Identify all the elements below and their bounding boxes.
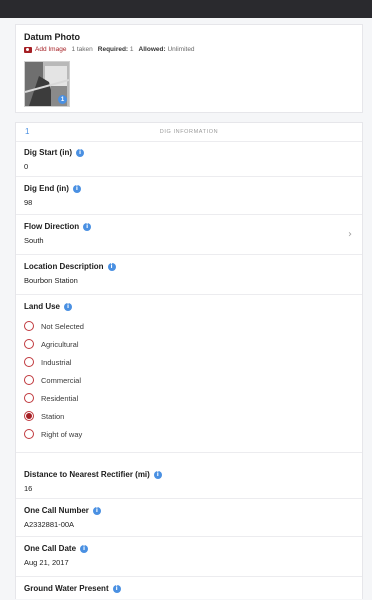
- datum-photo-card: Datum Photo Add Image 1 taken Required: …: [15, 24, 363, 113]
- chevron-right-icon[interactable]: ›: [348, 229, 352, 240]
- land-use-option[interactable]: Residential: [24, 393, 78, 403]
- required-label: Required:: [97, 46, 129, 53]
- dig-end-label: Dig End (in): [24, 184, 69, 193]
- distance-rectifier-label: Distance to Nearest Rectifier (mi): [24, 470, 150, 479]
- one-call-number-label: One Call Number: [24, 506, 89, 515]
- photo-thumbnail[interactable]: 1: [24, 61, 70, 107]
- land-use-option-label: Agricultural: [41, 339, 79, 349]
- land-use-label: Land Use: [24, 302, 61, 311]
- dig-start-value[interactable]: 0: [24, 162, 28, 171]
- info-icon[interactable]: i: [72, 184, 81, 193]
- top-bar: [0, 0, 372, 18]
- location-description-label: Location Description: [24, 262, 104, 271]
- land-use-option-label: Not Selected: [41, 321, 84, 331]
- photo-badge: 1: [58, 95, 67, 104]
- add-image-label: Add Image: [35, 46, 67, 53]
- allowed-label: Allowed:: [138, 46, 166, 53]
- dig-start-label: Dig Start (in): [24, 148, 72, 157]
- photo-meta: Add Image 1 taken Required: 1 Allowed: U…: [24, 46, 195, 53]
- dig-end-value[interactable]: 98: [24, 198, 32, 207]
- dig-end-field[interactable]: Dig End (in) i 98: [16, 177, 362, 215]
- radio-button[interactable]: [24, 321, 34, 331]
- flow-direction-label: Flow Direction: [24, 222, 80, 231]
- land-use-option-label: Right of way: [41, 429, 83, 439]
- info-icon[interactable]: i: [112, 584, 121, 593]
- dig-information-card: 1 DIG INFORMATION Dig Start (in) i 0 Dig…: [15, 122, 363, 599]
- section-header: 1 DIG INFORMATION: [16, 123, 362, 142]
- land-use-option[interactable]: Not Selected: [24, 321, 84, 331]
- section-title: DIG INFORMATION: [159, 129, 219, 135]
- info-icon[interactable]: i: [153, 470, 162, 479]
- one-call-date-label: One Call Date: [24, 544, 77, 553]
- distance-rectifier-field[interactable]: Distance to Nearest Rectifier (mi) i 16: [16, 463, 362, 499]
- radio-button[interactable]: [24, 375, 34, 385]
- one-call-number-value[interactable]: A2332881-00A: [24, 520, 74, 529]
- photo-count: 1 taken: [71, 46, 93, 53]
- ground-water-field[interactable]: Ground Water Present i: [16, 577, 362, 600]
- radio-button[interactable]: [24, 393, 34, 403]
- land-use-field: Land Use i Not Selected Agricultural Ind…: [16, 295, 362, 453]
- distance-rectifier-value[interactable]: 16: [24, 484, 32, 493]
- radio-button[interactable]: [24, 357, 34, 367]
- land-use-option[interactable]: Agricultural: [24, 339, 79, 349]
- info-icon[interactable]: i: [76, 148, 84, 157]
- required-value: 1: [129, 46, 134, 53]
- radio-button-selected[interactable]: [24, 411, 34, 421]
- land-use-option-label: Residential: [41, 393, 79, 403]
- land-use-option[interactable]: Industrial: [24, 357, 71, 367]
- camera-icon: [24, 46, 32, 53]
- land-use-option-label: Commercial: [41, 375, 82, 385]
- flow-direction-value[interactable]: South: [24, 236, 44, 245]
- allowed-value: Unlimited: [167, 46, 195, 53]
- radio-button[interactable]: [24, 339, 34, 349]
- info-icon[interactable]: i: [83, 222, 92, 231]
- one-call-number-field[interactable]: One Call Number i A2332881-00A: [16, 499, 362, 537]
- datum-photo-title: Datum Photo: [24, 32, 80, 42]
- info-icon[interactable]: i: [80, 544, 89, 553]
- land-use-option-selected[interactable]: Station: [24, 411, 64, 421]
- location-description-value[interactable]: Bourbon Station: [24, 276, 78, 285]
- info-icon[interactable]: i: [107, 262, 116, 271]
- flow-direction-field[interactable]: Flow Direction i South ›: [16, 215, 362, 255]
- one-call-date-field[interactable]: One Call Date i Aug 21, 2017: [16, 537, 362, 577]
- add-image-button[interactable]: Add Image: [24, 46, 66, 53]
- info-icon[interactable]: i: [64, 302, 73, 311]
- land-use-option-label: Industrial: [41, 357, 72, 367]
- radio-button[interactable]: [24, 429, 34, 439]
- dig-start-field[interactable]: Dig Start (in) i 0: [16, 141, 362, 177]
- land-use-option[interactable]: Commercial: [24, 375, 81, 385]
- ground-water-label: Ground Water Present: [24, 584, 109, 593]
- one-call-date-value[interactable]: Aug 21, 2017: [24, 558, 69, 567]
- location-description-field[interactable]: Location Description i Bourbon Station: [16, 255, 362, 295]
- land-use-option-label: Station: [41, 411, 65, 421]
- land-use-option[interactable]: Right of way: [24, 429, 82, 439]
- info-icon[interactable]: i: [92, 506, 101, 515]
